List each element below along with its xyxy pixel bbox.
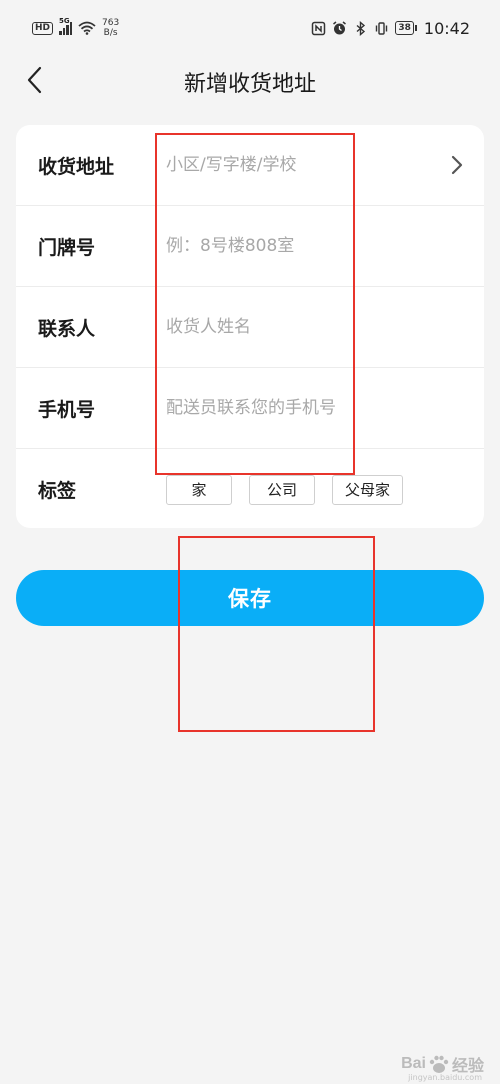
watermark-brand: Bai bbox=[401, 1055, 426, 1072]
tags-label: 标签 bbox=[38, 480, 77, 502]
tag-company[interactable]: 公司 bbox=[249, 474, 315, 505]
status-time: 10:42 bbox=[423, 18, 470, 38]
battery-icon: 38 bbox=[395, 21, 417, 35]
paw-icon bbox=[429, 1055, 449, 1073]
address-input[interactable] bbox=[166, 155, 446, 175]
phone-input[interactable] bbox=[166, 398, 446, 418]
tag-parents-home[interactable]: 父母家 bbox=[332, 474, 404, 505]
phone-label: 手机号 bbox=[38, 398, 96, 421]
network-speed: 763 B/s bbox=[102, 18, 119, 38]
net-speed-value: 763 bbox=[102, 18, 120, 28]
cellular-signal-icon: 5G bbox=[59, 17, 73, 35]
contact-label: 联系人 bbox=[38, 317, 96, 340]
form-row-contact: 联系人 bbox=[16, 287, 484, 368]
page-title: 新增收货地址 bbox=[183, 72, 316, 97]
form-row-tags: 标签 家 公司 父母家 bbox=[16, 449, 484, 530]
form-row-phone: 手机号 bbox=[16, 368, 484, 449]
nfc-icon bbox=[312, 21, 326, 35]
alarm-icon bbox=[333, 20, 347, 34]
bluetooth-icon bbox=[356, 20, 366, 36]
tag-group: 家 公司 父母家 bbox=[166, 474, 404, 505]
form-row-address[interactable]: 收货地址 bbox=[16, 125, 484, 206]
house-number-label: 门牌号 bbox=[38, 236, 96, 259]
tag-home[interactable]: 家 bbox=[166, 474, 232, 505]
signal-5g-label: 5G bbox=[59, 17, 70, 25]
house-number-input[interactable] bbox=[166, 236, 446, 256]
status-bar-left: HD 5G 763 B/s bbox=[32, 17, 119, 38]
save-button[interactable]: 保存 bbox=[16, 570, 484, 626]
address-form-card: 收货地址 门牌号 联系人 手机号 标签 家 公司 父母家 bbox=[16, 125, 484, 528]
status-bar: HD 5G 763 B/s 38 10:42 bbox=[0, 0, 500, 56]
wifi-icon bbox=[78, 21, 96, 35]
nav-bar: 新增收货地址 bbox=[0, 56, 500, 106]
net-speed-unit: B/s bbox=[103, 28, 118, 38]
vibrate-icon bbox=[376, 21, 388, 35]
contact-name-input[interactable] bbox=[166, 317, 446, 337]
hd-badge: HD bbox=[32, 21, 54, 35]
address-label: 收货地址 bbox=[38, 155, 115, 178]
chevron-right-icon[interactable] bbox=[450, 155, 464, 175]
annotation-box-save bbox=[178, 536, 375, 732]
status-bar-right: 38 10:42 bbox=[311, 19, 470, 38]
form-row-house-number: 门牌号 bbox=[16, 206, 484, 287]
watermark-url: jingyan.baidu.com bbox=[408, 1073, 482, 1082]
